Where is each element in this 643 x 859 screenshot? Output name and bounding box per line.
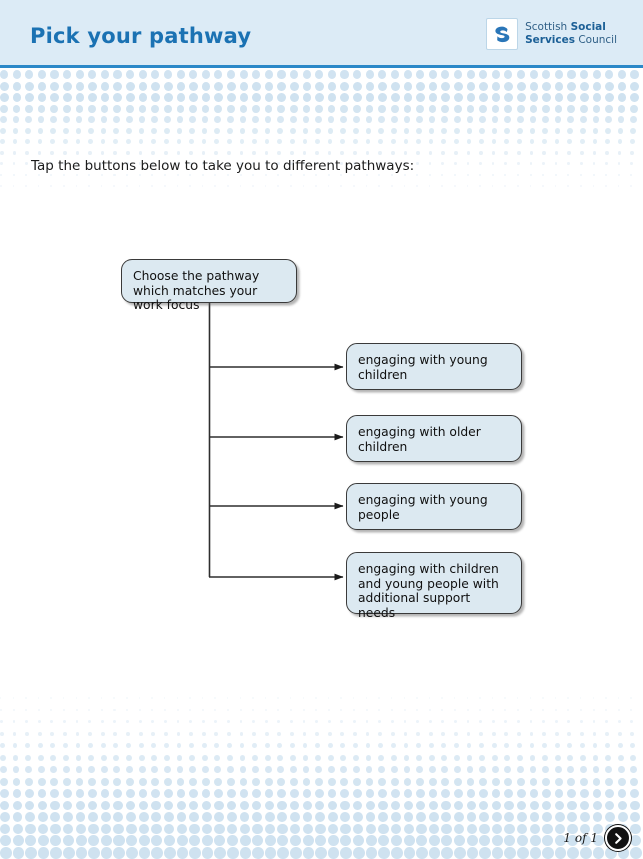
dot-row [0, 812, 643, 823]
logo-line-2: Services Council [525, 34, 617, 46]
dot-row [0, 754, 643, 761]
pathway-diagram: Choose the pathway which matches your wo… [0, 240, 643, 640]
dot-row [0, 800, 643, 811]
connector-lines [208, 303, 344, 581]
page-footer: 1 of 1 [563, 825, 631, 851]
logo-line-1: Scottish Social [525, 21, 606, 33]
dot-row [0, 104, 643, 113]
ssc-logo-text: Scottish Social Services Council [525, 21, 617, 47]
pathway-button-additional-support-needs[interactable]: engaging with children and young people … [346, 552, 522, 620]
ssc-logo: Scottish Social Services Council [486, 18, 617, 50]
pathway-button-older-children[interactable]: engaging with older children [346, 415, 522, 462]
dot-row [0, 697, 643, 699]
pathway-button-young-people[interactable]: engaging with young people [346, 483, 522, 530]
dot-row [0, 835, 643, 847]
page-header: Pick your pathway Scottish Social Servic… [0, 0, 643, 68]
dot-row [0, 185, 643, 187]
dot-row [0, 116, 643, 123]
decorative-dot-pattern-bottom [0, 697, 643, 859]
dot-row [0, 70, 643, 79]
ssc-s-swirl-logo-icon [486, 18, 519, 50]
root-node-choose-pathway[interactable]: Choose the pathway which matches your wo… [121, 259, 297, 312]
dot-row [0, 777, 643, 786]
dot-row [0, 139, 643, 144]
page-count-label: 1 of 1 [563, 831, 598, 845]
dot-row [0, 127, 643, 134]
next-page-button[interactable] [605, 825, 631, 851]
dot-row [0, 743, 643, 749]
dot-row [0, 720, 643, 724]
instruction-text: Tap the buttons below to take you to dif… [31, 158, 415, 174]
dot-row [0, 789, 643, 798]
dot-row [0, 823, 643, 835]
dot-row [0, 708, 643, 711]
dot-row [0, 81, 643, 91]
dot-row [0, 150, 643, 155]
dot-row [0, 731, 643, 736]
dot-row [0, 766, 643, 774]
dot-row [0, 93, 643, 102]
chevron-right-icon [614, 832, 622, 844]
pathway-button-young-children[interactable]: engaging with young children [346, 343, 522, 390]
page-title: Pick your pathway [30, 24, 252, 48]
